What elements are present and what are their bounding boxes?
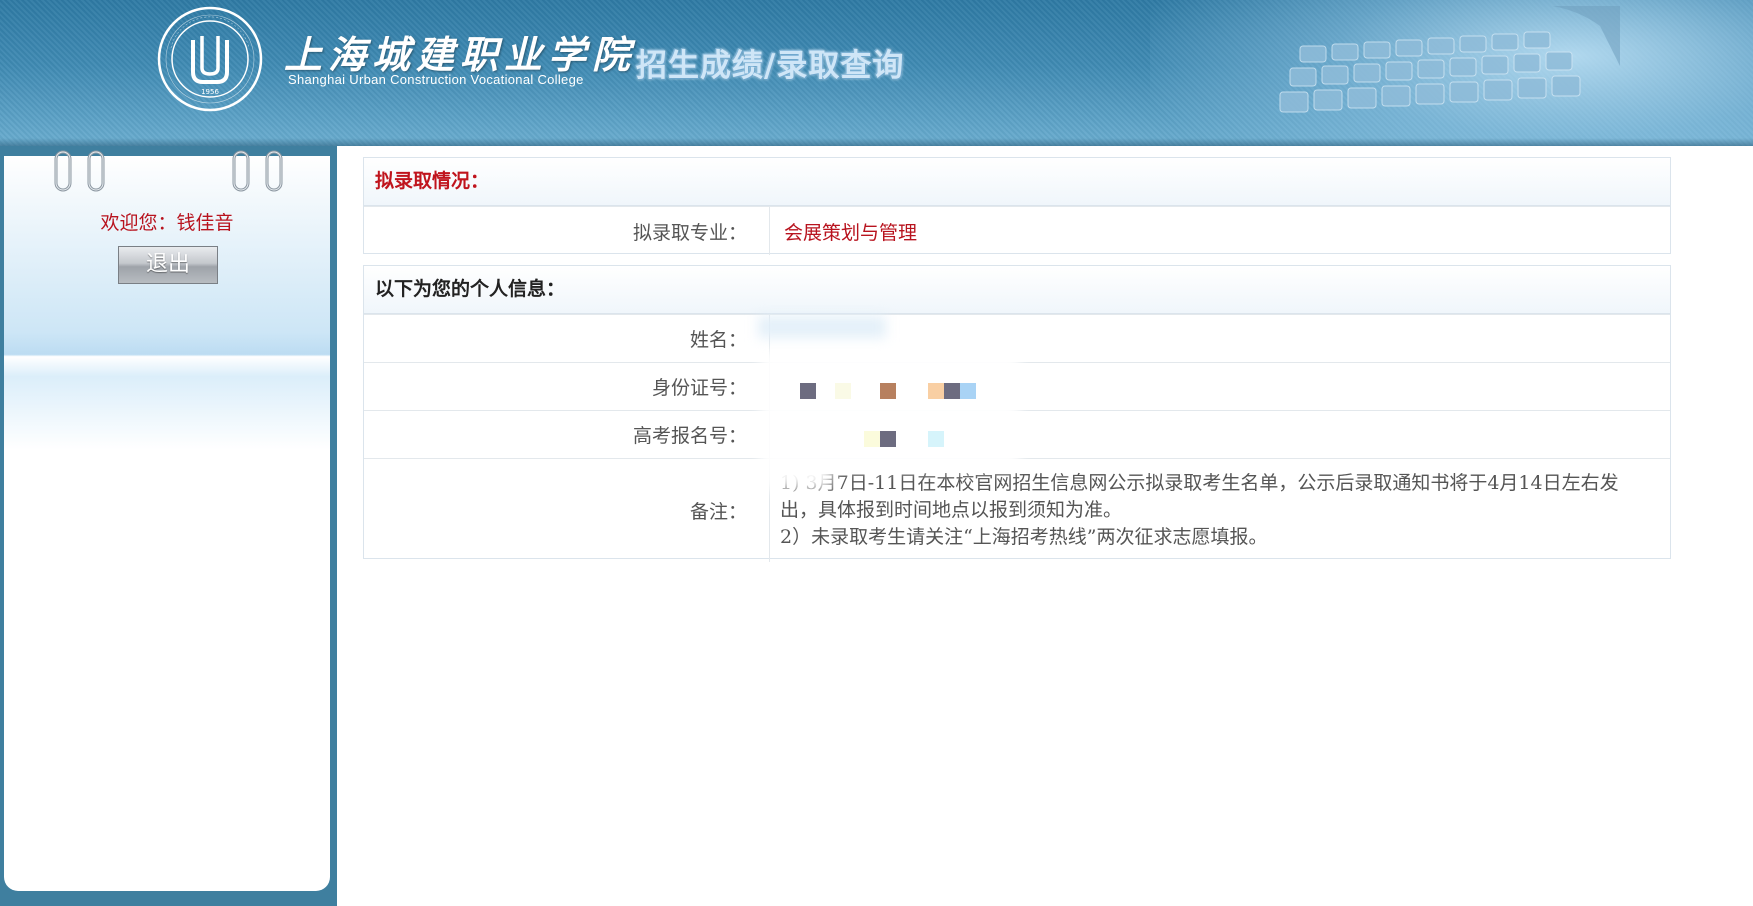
- binder-ring-icon: [232, 150, 250, 192]
- redaction-blur: [758, 316, 886, 338]
- welcome-text: 欢迎您：钱佳音: [100, 212, 234, 234]
- binder-ring-icon: [265, 150, 283, 192]
- redaction-pixel: [835, 383, 851, 399]
- redaction-pixel: [944, 383, 960, 399]
- header-banner: 1956 上海城建职业学院 Shanghai Urban Constructio…: [0, 0, 1753, 146]
- redaction-pixel: [928, 431, 944, 447]
- redaction-blur: [762, 462, 832, 490]
- redaction-pixel: [880, 383, 896, 399]
- redaction-pixel: [800, 383, 816, 399]
- name-label: 姓名：: [364, 315, 770, 362]
- page-heading: 招生成绩/录取查询: [636, 48, 905, 84]
- college-seal-logo: 1956: [157, 6, 263, 112]
- major-row: 拟录取专业： 会展策划与管理: [364, 206, 1670, 255]
- redaction-blur: [760, 350, 1020, 470]
- college-name-cn: 上海城建职业学院: [284, 32, 637, 77]
- remarks-line-2: 2）未录取考生请关注“上海招考热线”两次征求志愿填报。: [780, 526, 1268, 548]
- remarks-row: 备注： 1) 3月7日-11日在本校官网招生信息网公示拟录取考生名单，公示后录取…: [364, 458, 1670, 562]
- keyboard-illustration: [1279, 6, 1620, 113]
- redaction-pixel: [928, 383, 944, 399]
- logout-button[interactable]: 退出: [118, 246, 218, 284]
- remarks-line-1: 1) 3月7日-11日在本校官网招生信息网公示拟录取考生名单，公示后录取通知书将…: [780, 472, 1619, 521]
- seal-year: 1956: [201, 88, 219, 96]
- personal-info-heading: 以下为您的个人信息：: [364, 266, 1670, 314]
- id-number-label: 身份证号：: [364, 363, 770, 410]
- binder-ring-icon: [54, 150, 72, 192]
- major-label: 拟录取专业：: [364, 207, 770, 255]
- remarks-label: 备注：: [364, 459, 770, 562]
- remarks-value: 1) 3月7日-11日在本校官网招生信息网公示拟录取考生名单，公示后录取通知书将…: [770, 459, 1670, 562]
- major-value: 会展策划与管理: [784, 221, 918, 244]
- redaction-pixel: [960, 383, 976, 399]
- redaction-pixel: [864, 431, 880, 447]
- binder-ring-icon: [87, 150, 105, 192]
- banner-shadow: [0, 138, 1753, 146]
- admission-panel: 拟录取情况： 拟录取专业： 会展策划与管理: [363, 157, 1671, 255]
- redaction-pixel: [880, 431, 896, 447]
- college-name-en: Shanghai Urban Construction Vocational C…: [288, 72, 584, 87]
- exam-number-label: 高考报名号：: [364, 411, 770, 458]
- admission-heading: 拟录取情况：: [364, 158, 1670, 206]
